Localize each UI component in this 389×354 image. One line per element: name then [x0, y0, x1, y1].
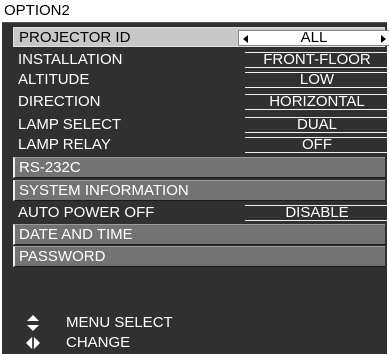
menu-item-rs-232c[interactable]: RS-232C	[13, 157, 385, 178]
menu-item-label: SYSTEM INFORMATION	[19, 182, 189, 199]
menu-item-date-and-time[interactable]: DATE AND TIME	[13, 224, 385, 245]
menu-item-lamp-relay[interactable]: LAMP RELAY OFF	[13, 135, 389, 155]
auto-power-off-value[interactable]: DISABLE	[245, 205, 389, 221]
menu-item-label: PASSWORD	[19, 248, 106, 265]
up-down-arrows-icon	[27, 315, 39, 331]
menu-item-installation[interactable]: INSTALLATION FRONT-FLOOR	[13, 50, 389, 70]
menu-item-label: INSTALLATION	[18, 51, 123, 68]
left-arrow-icon[interactable]	[243, 35, 248, 43]
menu-item-password[interactable]: PASSWORD	[13, 246, 385, 267]
menu-item-label: RS-232C	[19, 159, 81, 176]
projector-id-value[interactable]: ALL	[238, 30, 389, 46]
menu-item-auto-power-off[interactable]: AUTO POWER OFF DISABLE	[13, 203, 389, 223]
menu-item-label: LAMP RELAY	[18, 136, 111, 153]
menu-item-projector-id[interactable]: PROJECTOR ID ALL	[13, 27, 389, 47]
menu-item-label: LAMP SELECT	[18, 116, 122, 133]
legend-label: CHANGE	[66, 334, 131, 351]
value-text: ALL	[300, 29, 328, 46]
menu-item-lamp-select[interactable]: LAMP SELECT DUAL	[13, 115, 389, 135]
menu-item-system-information[interactable]: SYSTEM INFORMATION	[13, 180, 385, 201]
lamp-select-value[interactable]: DUAL	[245, 117, 389, 133]
menu-item-label: DIRECTION	[18, 93, 101, 110]
menu-item-label: PROJECTOR ID	[19, 29, 131, 46]
installation-value[interactable]: FRONT-FLOOR	[245, 52, 389, 68]
lamp-relay-value[interactable]: OFF	[245, 137, 389, 153]
left-right-arrows-icon	[26, 336, 40, 350]
direction-value[interactable]: HORIZONTAL	[245, 94, 389, 110]
altitude-value[interactable]: LOW	[245, 72, 389, 88]
legend-label: MENU SELECT	[66, 314, 173, 331]
menu-title: OPTION2	[0, 0, 389, 22]
menu-item-direction[interactable]: DIRECTION HORIZONTAL	[13, 92, 389, 112]
menu-item-label: ALTITUDE	[18, 71, 90, 88]
menu-item-altitude[interactable]: ALTITUDE LOW	[13, 70, 389, 90]
menu-item-label: AUTO POWER OFF	[18, 204, 155, 221]
menu-item-label: DATE AND TIME	[19, 226, 133, 243]
right-arrow-icon[interactable]	[381, 35, 386, 43]
menu-panel: PROJECTOR ID ALL INSTALLATION FRONT-FLOO…	[2, 22, 389, 354]
